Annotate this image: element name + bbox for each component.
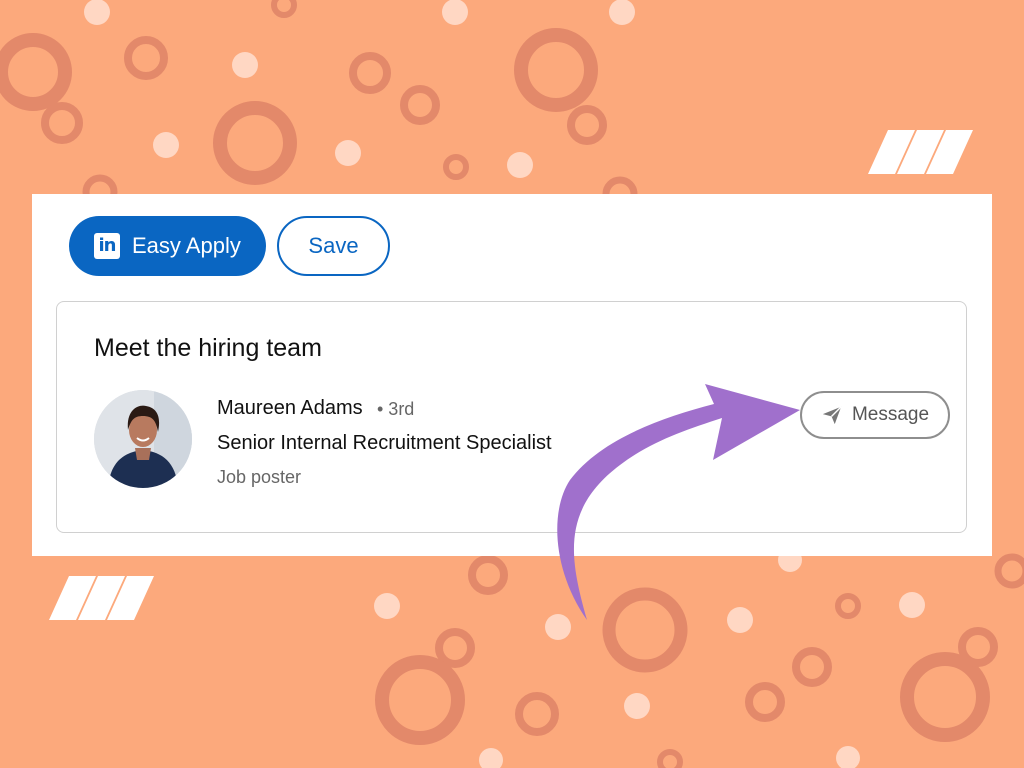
easy-apply-label: Easy Apply	[132, 233, 241, 258]
linkedin-logo-icon: in	[94, 233, 120, 259]
hiring-team-title: Meet the hiring team	[94, 334, 322, 362]
save-button[interactable]: Save	[277, 216, 390, 276]
avatar[interactable]	[94, 390, 192, 488]
send-icon	[822, 406, 842, 425]
message-button[interactable]: Message	[800, 391, 950, 439]
person-role: Senior Internal Recruitment Specialist	[217, 432, 552, 454]
connection-degree: • 3rd	[377, 399, 415, 419]
save-label: Save	[308, 233, 359, 258]
message-label: Message	[851, 404, 930, 425]
job-poster-label: Job poster	[217, 467, 302, 487]
job-action-card: in Easy Apply Save Meet the hiring team …	[32, 194, 992, 556]
avatar-photo	[94, 390, 192, 488]
easy-apply-button[interactable]: in Easy Apply	[69, 216, 266, 276]
person-name[interactable]: Maureen Adams	[217, 397, 363, 420]
hiring-team-section: Meet the hiring team Maureen Adams • 3rd…	[56, 301, 967, 533]
